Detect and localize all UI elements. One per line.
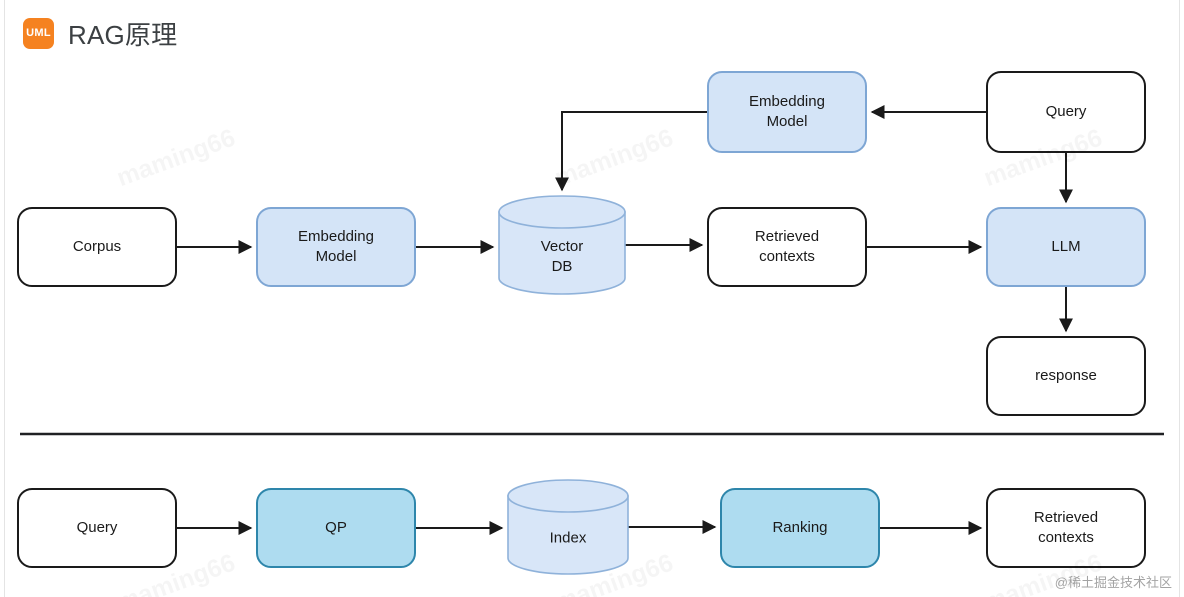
node-label: response bbox=[1035, 367, 1097, 384]
node-retrieved-bottom[interactable]: Retrieved contexts bbox=[986, 488, 1146, 568]
cylinder-top bbox=[498, 195, 626, 229]
node-label: Query bbox=[1046, 103, 1087, 120]
node-label: Index bbox=[550, 529, 587, 546]
node-llm[interactable]: LLM bbox=[986, 207, 1146, 287]
node-label: QP bbox=[325, 519, 347, 536]
node-embedding-upper[interactable]: Embedding Model bbox=[707, 71, 867, 153]
node-embedding-lower[interactable]: Embedding Model bbox=[256, 207, 416, 287]
node-label: LLM bbox=[1051, 238, 1080, 255]
node-layer: Corpus Embedding Model Vector DB Retrieved con… bbox=[17, 71, 1146, 575]
node-query-top[interactable]: Query bbox=[986, 71, 1146, 153]
node-response[interactable]: response bbox=[986, 336, 1146, 416]
node-label: Corpus bbox=[73, 238, 121, 255]
node-label: Ranking bbox=[772, 519, 827, 536]
node-corpus[interactable]: Corpus bbox=[17, 207, 177, 287]
edge-embedding-to-vectordb-elbow bbox=[555, 111, 708, 192]
node-retrieved-top[interactable]: Retrieved contexts bbox=[707, 207, 867, 287]
node-ranking[interactable]: Ranking bbox=[720, 488, 880, 568]
node-qp[interactable]: QP bbox=[256, 488, 416, 568]
node-label: Query bbox=[77, 519, 118, 536]
rag-diagram: Corpus Embedding Model Vector DB Retrieved con… bbox=[17, 71, 1164, 575]
diagram-page: UML RAG原理 Corpus Embedding Model Vector DB Re… bbox=[0, 0, 1184, 597]
node-index[interactable]: Index bbox=[507, 479, 629, 575]
node-vector-db[interactable]: Vector DB bbox=[498, 195, 626, 295]
node-query-bottom[interactable]: Query bbox=[17, 488, 177, 568]
edge-layer bbox=[20, 105, 1164, 535]
cylinder-top bbox=[507, 479, 629, 513]
